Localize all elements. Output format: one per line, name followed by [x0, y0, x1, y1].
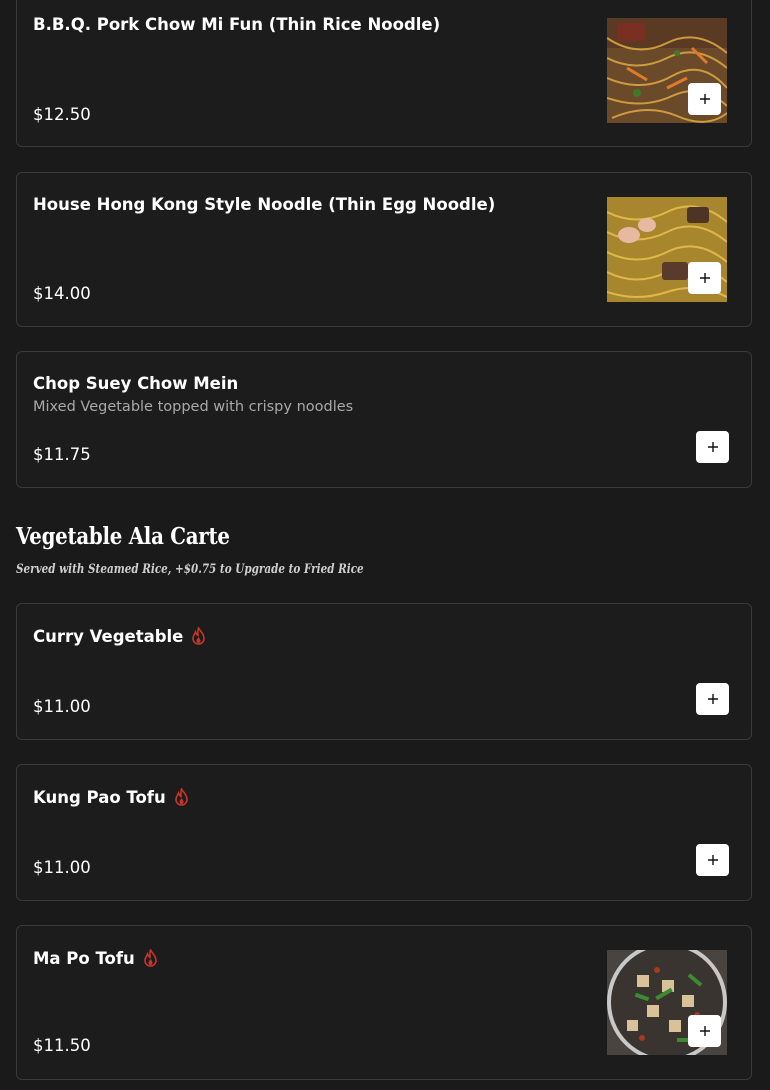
menu-item-card[interactable]: Chop Suey Chow Mein Mixed Vegetable topp… — [16, 351, 752, 488]
fire-icon — [143, 949, 157, 967]
plus-icon — [707, 694, 718, 704]
menu-item-card[interactable]: House Hong Kong Style Noodle (Thin Egg N… — [16, 172, 752, 327]
plus-icon — [699, 273, 710, 283]
add-to-cart-button[interactable] — [696, 683, 729, 715]
section-title: Vegetable Ala Carte — [16, 523, 230, 550]
plus-icon — [707, 442, 718, 452]
menu-item-name: Kung Pao Tofu — [33, 788, 189, 807]
menu-item-name: House Hong Kong Style Noodle (Thin Egg N… — [33, 195, 496, 214]
fire-icon — [192, 627, 206, 645]
menu-item-name: Curry Vegetable — [33, 627, 206, 646]
fire-icon — [174, 788, 188, 806]
add-to-cart-button[interactable] — [696, 844, 729, 876]
menu-item-card[interactable]: Ma Po Tofu $11.50 — [16, 925, 752, 1080]
plus-icon — [699, 94, 710, 104]
menu-item-price: $12.50 — [33, 105, 91, 124]
menu-item-card[interactable]: Kung Pao Tofu $11.00 — [16, 764, 752, 901]
menu-item-price: $11.00 — [33, 858, 91, 877]
menu-item-price: $11.00 — [33, 697, 91, 716]
menu-item-description: Mixed Vegetable topped with crispy noodl… — [33, 399, 354, 415]
menu-item-price: $11.50 — [33, 1036, 91, 1055]
menu-page: B.B.Q. Pork Chow Mi Fun (Thin Rice Noodl… — [0, 0, 770, 1090]
section-subtitle: Served with Steamed Rice, +$0.75 to Upgr… — [16, 562, 364, 577]
add-to-cart-button[interactable] — [696, 431, 729, 463]
menu-item-card[interactable]: B.B.Q. Pork Chow Mi Fun (Thin Rice Noodl… — [16, 0, 752, 147]
add-to-cart-button[interactable] — [688, 262, 721, 294]
menu-item-price: $14.00 — [33, 284, 91, 303]
menu-item-price: $11.75 — [33, 445, 91, 464]
menu-item-card[interactable]: Curry Vegetable $11.00 — [16, 603, 752, 740]
menu-item-name: Chop Suey Chow Mein — [33, 374, 239, 393]
plus-icon — [707, 855, 718, 865]
add-to-cart-button[interactable] — [688, 1015, 721, 1047]
menu-item-name: Ma Po Tofu — [33, 949, 158, 968]
add-to-cart-button[interactable] — [688, 83, 721, 115]
plus-icon — [699, 1026, 710, 1036]
menu-item-name: B.B.Q. Pork Chow Mi Fun (Thin Rice Noodl… — [33, 15, 441, 34]
